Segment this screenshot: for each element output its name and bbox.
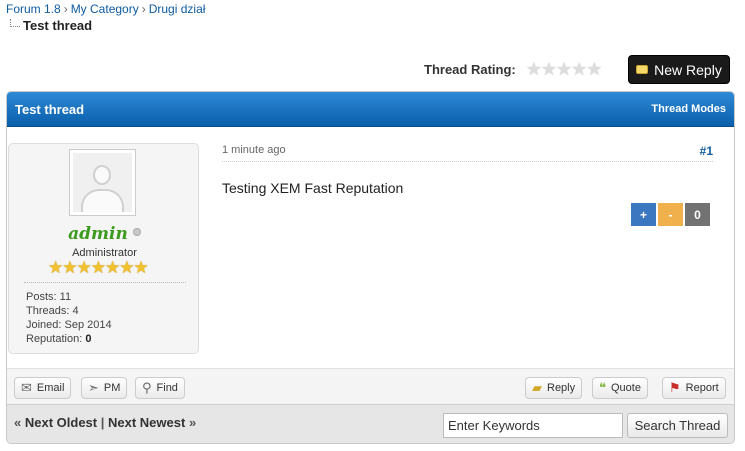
search-thread-input[interactable]	[443, 413, 623, 438]
thread-container: Test thread Thread Modes admin Administr…	[6, 91, 735, 444]
left-arrow-icon: «	[14, 415, 22, 430]
pm-button[interactable]: ➣ PM	[81, 377, 128, 399]
quote-bubble-icon: ❝	[599, 380, 606, 395]
email-button[interactable]: ✉ Email	[14, 377, 72, 399]
right-arrow-icon: »	[188, 415, 197, 430]
rep-minus-button[interactable]: -	[658, 203, 683, 226]
posts-count: 11	[59, 291, 72, 303]
new-reply-label: New Reply	[654, 61, 722, 78]
author-username[interactable]: admin	[68, 224, 128, 244]
star-icon[interactable]: ★	[526, 60, 542, 78]
breadcrumb-subforum-link[interactable]: Drugi dział	[149, 2, 206, 16]
report-label: Report	[685, 382, 719, 394]
breadcrumb-current-label: Test thread	[23, 18, 93, 33]
next-newest-link[interactable]: Next Newest	[108, 415, 185, 430]
reputation-buttons: + - 0	[631, 203, 710, 226]
pm-label: PM	[103, 382, 121, 394]
star-icon: ★	[105, 258, 121, 277]
reply-label: Reply	[547, 382, 576, 394]
reputation-label: Reputation:	[26, 333, 83, 345]
avatar[interactable]	[69, 149, 136, 216]
star-icon[interactable]: ★	[556, 60, 572, 78]
star-icon: ★	[76, 258, 92, 277]
post-meta: 1 minute ago #1	[222, 144, 713, 162]
post: admin Administrator ★ ★ ★ ★ ★ ★ ★ Posts:…	[7, 127, 734, 368]
next-oldest-link[interactable]: Next Oldest	[25, 415, 97, 430]
star-icon: ★	[133, 258, 149, 277]
author-divider	[24, 282, 186, 283]
reputation-value[interactable]: 0	[85, 333, 91, 345]
email-label: Email	[36, 382, 65, 394]
breadcrumb-forum-link[interactable]: Forum 1.8	[6, 2, 61, 16]
new-reply-button[interactable]: New Reply	[628, 55, 730, 84]
thread-header: Test thread Thread Modes	[7, 92, 734, 127]
thread-footer: « Next Oldest | Next Newest » Search Thr…	[7, 404, 734, 443]
post-author-panel: admin Administrator ★ ★ ★ ★ ★ ★ ★ Posts:…	[8, 143, 199, 354]
nav-divider: |	[100, 415, 105, 430]
threads-count: 4	[72, 305, 79, 317]
star-icon[interactable]: ★	[541, 60, 557, 78]
magnifier-icon: ⚲	[142, 380, 152, 395]
breadcrumb-separator: ›	[63, 2, 68, 16]
star-icon: ★	[90, 258, 106, 277]
joined-label: Joined:	[26, 319, 62, 331]
quote-label: Quote	[611, 382, 641, 394]
posts-label: Posts:	[26, 291, 57, 303]
speech-bubble-icon: ▰	[532, 380, 542, 395]
post-number-link[interactable]: #1	[700, 144, 713, 158]
post-controls: ✉ Email ➣ PM ⚲ Find ▰ Reply ❝ Quote ⚑ Report	[7, 368, 734, 404]
thread-navigation: « Next Oldest | Next Newest »	[14, 415, 196, 430]
star-icon: ★	[48, 258, 64, 277]
rating-stars[interactable]: ★ ★ ★ ★ ★	[526, 60, 603, 78]
speech-bubble-icon	[636, 65, 649, 74]
author-username-row: admin	[9, 224, 200, 244]
author-stats: Posts: 11 Threads: 4 Joined: Sep 2014 Re…	[26, 290, 112, 346]
search-thread-button[interactable]: Search Thread	[627, 413, 728, 438]
thread-rating-label: Thread Rating:	[424, 61, 516, 77]
flag-icon: ⚑	[669, 380, 681, 395]
quote-button[interactable]: ❝ Quote	[592, 377, 648, 399]
find-button[interactable]: ⚲ Find	[135, 377, 185, 399]
joined-date: Sep 2014	[64, 319, 112, 331]
star-icon: ★	[119, 258, 135, 277]
star-icon: ★	[62, 258, 78, 277]
thread-title: Test thread	[15, 101, 85, 117]
paper-plane-icon: ➣	[88, 380, 99, 395]
thread-rating: Thread Rating: ★ ★ ★ ★ ★	[424, 60, 603, 78]
rep-neutral-button[interactable]: 0	[685, 203, 710, 226]
breadcrumb-current: Test thread	[10, 18, 92, 33]
breadcrumb-separator: ›	[141, 2, 146, 16]
thread-modes-link[interactable]: Thread Modes	[651, 103, 726, 115]
tree-line-icon	[10, 19, 20, 27]
report-button[interactable]: ⚑ Report	[662, 377, 726, 399]
find-label: Find	[156, 382, 178, 394]
post-time: 1 minute ago	[222, 144, 286, 156]
threads-label: Threads:	[26, 305, 70, 317]
reply-button[interactable]: ▰ Reply	[525, 377, 583, 399]
rep-plus-button[interactable]: +	[631, 203, 656, 226]
default-avatar-icon	[73, 153, 132, 212]
breadcrumb-category-link[interactable]: My Category	[71, 2, 139, 16]
breadcrumb: Forum 1.8 › My Category › Drugi dział	[6, 2, 205, 16]
author-stars: ★ ★ ★ ★ ★ ★ ★	[48, 258, 149, 277]
star-icon[interactable]: ★	[586, 60, 602, 78]
post-content: Testing XEM Fast Reputation	[222, 180, 404, 196]
star-icon[interactable]: ★	[571, 60, 587, 78]
offline-status-icon	[132, 228, 141, 236]
envelope-icon: ✉	[21, 380, 32, 395]
